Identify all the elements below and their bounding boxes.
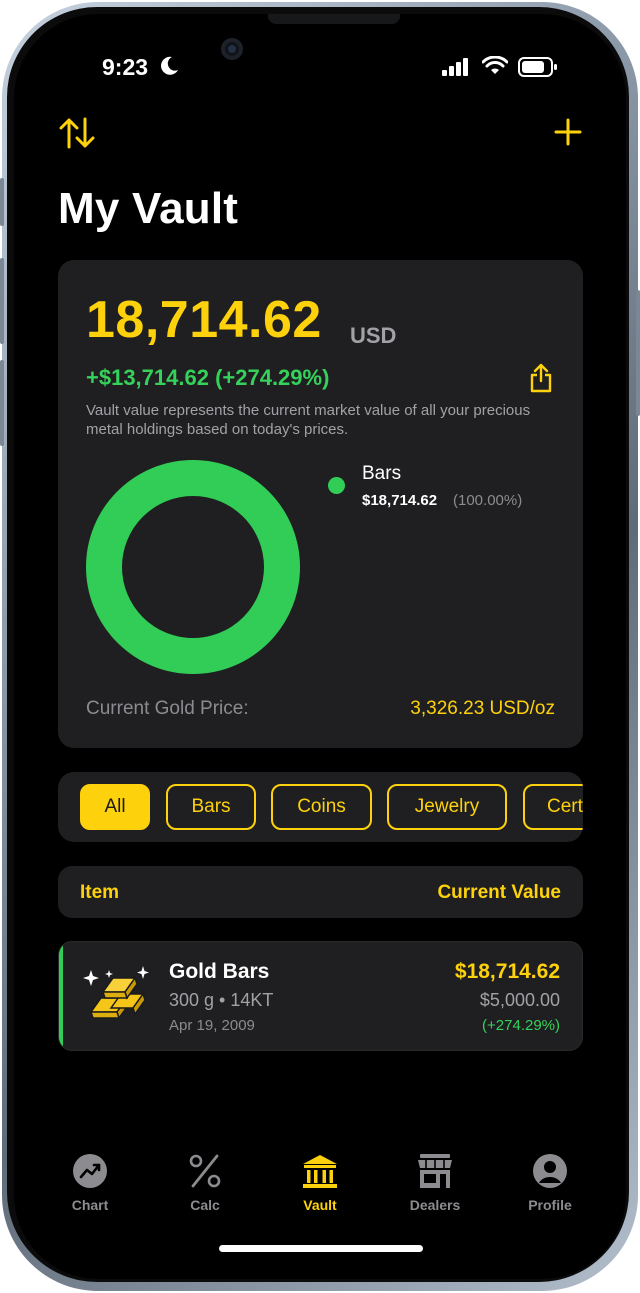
- wifi-icon: [482, 56, 508, 74]
- person-icon: [533, 1154, 567, 1188]
- legend-percent: (100.00%): [453, 492, 523, 509]
- volume-down-button: [0, 360, 4, 446]
- item-weight-purity: 300 g • 14KT: [169, 990, 274, 1010]
- legend-label: Bars: [362, 463, 402, 484]
- cellular-signal-icon: [442, 58, 468, 76]
- tab-calc[interactable]: Calc: [150, 1153, 260, 1213]
- action-button: [0, 178, 4, 226]
- tab-dealers[interactable]: Dealers: [380, 1153, 490, 1213]
- item-purchase-cost: $5,000.00: [479, 990, 560, 1010]
- vault-total-value: 18,714.62: [86, 291, 322, 349]
- vault-summary-card: 18,714.62 USD +$13,714.62 (+274.29%) Vau…: [58, 260, 583, 748]
- category-filter-bar: All Bars Coins Jewelry Certificates: [58, 772, 583, 842]
- power-button: [636, 290, 640, 416]
- percent-icon: [189, 1154, 221, 1188]
- tab-vault[interactable]: Vault: [265, 1153, 375, 1213]
- column-header-current-value: Current Value: [437, 882, 561, 903]
- store-icon: [418, 1154, 452, 1188]
- gold-price-value: 3,326.23 USD/oz: [410, 698, 555, 719]
- item-name: Gold Bars: [169, 960, 270, 983]
- legend-dot-bars: [328, 477, 345, 494]
- vault-change: +$13,714.62 (+274.29%): [86, 365, 330, 390]
- tab-profile[interactable]: Profile: [495, 1153, 605, 1213]
- battery-icon: [518, 57, 557, 77]
- filter-chip-certificates[interactable]: Certificates: [523, 784, 583, 830]
- plus-icon[interactable]: [554, 118, 582, 146]
- page-title: My Vault: [58, 184, 239, 233]
- filter-chip-all[interactable]: All: [80, 784, 150, 830]
- filter-chip-jewelry[interactable]: Jewelry: [387, 784, 507, 830]
- item-current-value: $18,714.62: [454, 960, 560, 983]
- share-icon[interactable]: [529, 363, 553, 393]
- holdings-table-header: Item Current Value: [58, 866, 583, 918]
- sort-arrows-icon[interactable]: [58, 116, 98, 150]
- screen: 9:23 My Vault 18,714.62 USD +$13,714.62 …: [14, 14, 626, 1279]
- volume-up-button: [0, 258, 4, 344]
- front-camera: [221, 38, 243, 60]
- tab-chart[interactable]: Chart: [35, 1153, 145, 1213]
- allocation-donut-chart: [86, 460, 300, 674]
- tab-label: Calc: [190, 1197, 220, 1213]
- filter-chip-bars[interactable]: Bars: [166, 784, 256, 830]
- column-header-item: Item: [80, 882, 120, 903]
- item-change-percent: (+274.29%): [482, 1017, 560, 1034]
- donut-slice-bars: [86, 460, 300, 674]
- holding-row[interactable]: Gold Bars 300 g • 14KT Apr 19, 2009 $18,…: [58, 941, 583, 1051]
- tab-label: Vault: [303, 1197, 337, 1213]
- chart-icon: [73, 1154, 107, 1188]
- filter-chip-coins[interactable]: Coins: [271, 784, 372, 830]
- moon-icon: [161, 56, 178, 75]
- tab-label: Dealers: [409, 1197, 461, 1213]
- gold-bars-icon: [83, 966, 149, 1020]
- legend-amount: $18,714.62: [362, 492, 438, 509]
- row-accent-bar: [59, 942, 63, 1050]
- bank-icon: [303, 1155, 337, 1188]
- tab-label: Chart: [71, 1197, 109, 1213]
- gold-price-label: Current Gold Price:: [86, 698, 249, 719]
- speaker-grille: [268, 14, 400, 24]
- item-purchase-date: Apr 19, 2009: [169, 1017, 255, 1034]
- vault-currency: USD: [350, 323, 397, 348]
- home-indicator: [219, 1245, 423, 1252]
- vault-description: Vault value represents the current marke…: [86, 402, 531, 438]
- tab-label: Profile: [528, 1197, 572, 1213]
- status-time: 9:23: [102, 54, 149, 80]
